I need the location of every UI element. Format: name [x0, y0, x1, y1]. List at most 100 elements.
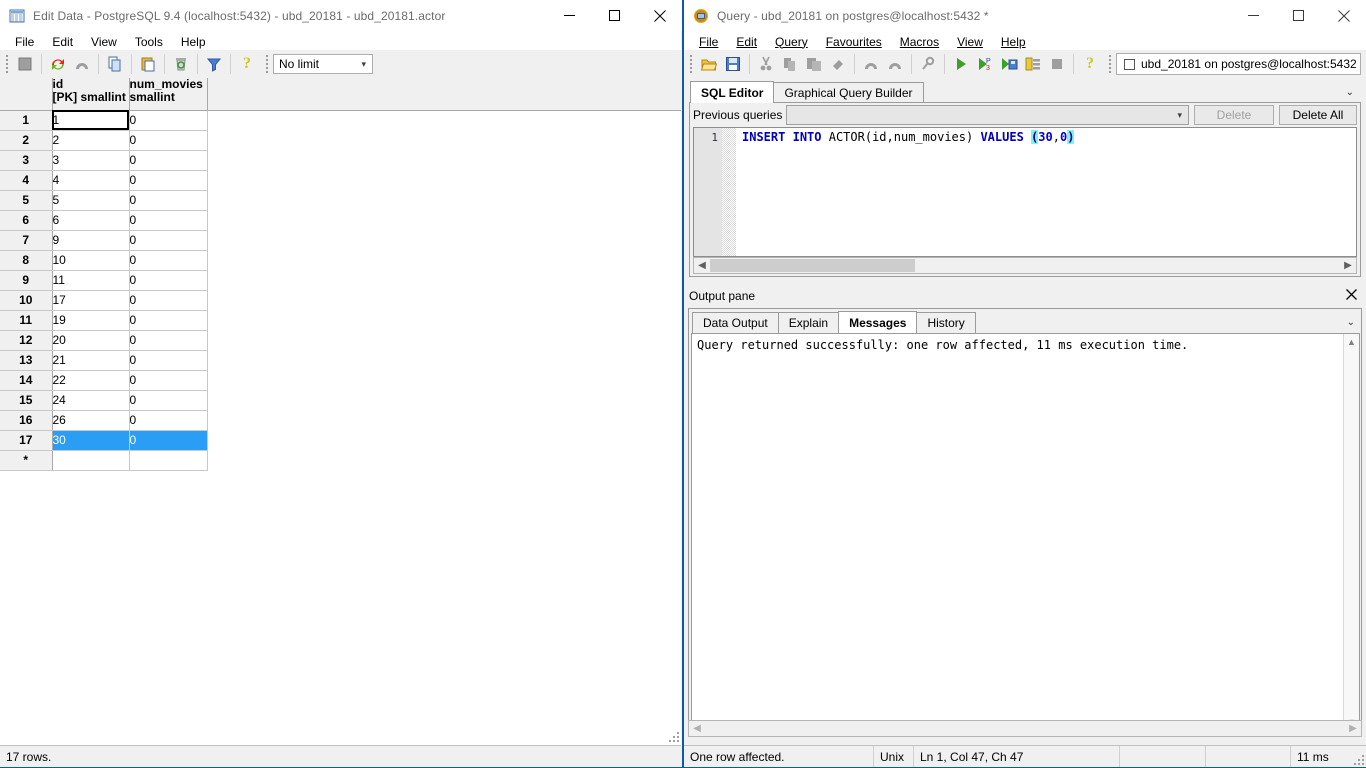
row-header[interactable]: 5	[0, 190, 53, 211]
grid-corner-header[interactable]	[0, 78, 53, 111]
messages-vscrollbar[interactable]: ▲ ▼	[1343, 334, 1359, 730]
cell-id[interactable]	[52, 450, 130, 471]
delete-button[interactable]: Delete	[1194, 105, 1274, 125]
row-header[interactable]: 14	[0, 370, 53, 391]
row-header[interactable]: 17	[0, 430, 53, 451]
row-header[interactable]: 16	[0, 410, 53, 431]
table-row[interactable]: 9 11 0	[0, 270, 681, 291]
edit-data-window[interactable]: Edit Data - PostgreSQL 9.4 (localhost:54…	[0, 0, 683, 768]
edit-data-toolbar[interactable]: ? No limit ▾	[0, 50, 681, 78]
row-header[interactable]: 4	[0, 170, 53, 191]
cell-id[interactable]: 11	[52, 270, 130, 291]
scroll-left-arrow[interactable]: ◀	[694, 258, 710, 273]
cell-id[interactable]: 21	[52, 350, 130, 371]
table-row[interactable]: 10 17 0	[0, 290, 681, 311]
cell-num_movies[interactable]: 0	[129, 410, 208, 431]
row-header[interactable]: 13	[0, 350, 53, 371]
menu-file[interactable]: File	[690, 33, 727, 51]
delete-all-button[interactable]: Delete All	[1279, 105, 1357, 125]
query-titlebar[interactable]: Query - ubd_20181 on postgres@localhost:…	[684, 0, 1366, 31]
cell-num_movies[interactable]: 0	[129, 150, 208, 171]
grid-body[interactable]: 1 1 0 2 2 0 3 3 0 4 4 0 5 5 0 6 6 0 7 9 0 8 10 0 9 11 0 10 17 0 11 19 0 1…	[0, 110, 681, 471]
menu-view[interactable]: View	[82, 33, 126, 51]
edit-data-menubar[interactable]: File Edit View Tools Help	[0, 31, 681, 52]
table-row[interactable]: 440	[0, 170, 681, 191]
column-header-num-movies[interactable]: num_movies smallint	[129, 78, 208, 111]
edit-data-window-controls[interactable]	[547, 0, 682, 31]
paste-icon[interactable]	[136, 52, 160, 76]
cell-num_movies[interactable]: 0	[129, 310, 208, 331]
row-header[interactable]: 15	[0, 390, 53, 411]
maximize-icon[interactable]	[592, 0, 637, 31]
table-row[interactable]: 790	[0, 230, 681, 251]
row-header[interactable]: 11	[0, 310, 53, 331]
cell-num_movies[interactable]: 0	[129, 430, 208, 451]
cell-num_movies[interactable]: 0	[129, 130, 208, 151]
row-header[interactable]: 8	[0, 250, 53, 271]
cell-id[interactable]: 2	[52, 130, 130, 151]
table-row[interactable]: 550	[0, 190, 681, 211]
table-row[interactable]: 110	[0, 110, 681, 131]
table-row[interactable]: 16 26 0	[0, 410, 681, 431]
menu-tools[interactable]: Tools	[126, 33, 172, 51]
cell-num_movies[interactable]: 0	[129, 190, 208, 211]
menu-query[interactable]: Query	[766, 33, 817, 51]
edit-data-titlebar[interactable]: Edit Data - PostgreSQL 9.4 (localhost:54…	[0, 0, 682, 31]
explain-icon[interactable]: P3	[973, 52, 997, 76]
table-row[interactable]: 8 10 0	[0, 250, 681, 271]
undo-icon[interactable]	[859, 52, 883, 76]
save-icon[interactable]	[721, 52, 745, 76]
execute-icon[interactable]	[949, 52, 973, 76]
help-icon[interactable]: ?	[1078, 52, 1102, 76]
cell-num_movies[interactable]: 0	[129, 290, 208, 311]
sql-hscrollbar[interactable]: ◀ ▶	[693, 257, 1357, 274]
cell-id[interactable]: 30	[52, 430, 130, 451]
open-file-icon[interactable]	[697, 52, 721, 76]
cell-id[interactable]: 6	[52, 210, 130, 231]
cell-id[interactable]: 3	[52, 150, 130, 171]
output-tabstrip[interactable]: Data Output Explain Messages History ⌄	[689, 309, 1361, 333]
paste-icon[interactable]	[802, 52, 826, 76]
scroll-right-arrow[interactable]: ▶	[1345, 721, 1361, 736]
cell-id[interactable]: 20	[52, 330, 130, 351]
sql-statement[interactable]: INSERT INTO ACTOR(id,num_movies) VALUES …	[742, 130, 1075, 145]
row-header[interactable]: 6	[0, 210, 53, 231]
previous-queries-combo[interactable]: ▾	[786, 105, 1189, 125]
scroll-up-arrow[interactable]: ▲	[1344, 334, 1359, 350]
refresh-icon[interactable]	[46, 52, 70, 76]
menu-macros[interactable]: Macros	[891, 33, 948, 51]
cell-id[interactable]: 24	[52, 390, 130, 411]
row-header[interactable]: *	[0, 450, 53, 471]
row-header[interactable]: 7	[0, 230, 53, 251]
query-toolbar[interactable]: P3 ? ubd_20181 on postgres@localhost:543…	[684, 50, 1366, 78]
toolbar-grip-2[interactable]	[263, 55, 270, 73]
table-row[interactable]: 11 19 0	[0, 310, 681, 331]
cell-num_movies[interactable]: 0	[129, 210, 208, 231]
table-row[interactable]: 13 21 0	[0, 350, 681, 371]
cell-num_movies[interactable]: 0	[129, 330, 208, 351]
row-header[interactable]: 12	[0, 330, 53, 351]
save-icon[interactable]	[13, 52, 37, 76]
chevron-down-icon[interactable]: ⌄	[1346, 87, 1360, 98]
delete-icon[interactable]	[169, 52, 193, 76]
stop-icon[interactable]	[1045, 52, 1069, 76]
scroll-left-arrow[interactable]: ◀	[689, 721, 705, 736]
table-row[interactable]: 15 24 0	[0, 390, 681, 411]
explain-analyze-icon[interactable]	[1021, 52, 1045, 76]
row-header[interactable]: 10	[0, 290, 53, 311]
undo-icon[interactable]	[70, 52, 94, 76]
clear-icon[interactable]	[826, 52, 850, 76]
minimize-icon[interactable]	[547, 0, 592, 31]
row-header[interactable]: 9	[0, 270, 53, 291]
cell-num_movies[interactable]: 0	[129, 250, 208, 271]
cell-id[interactable]: 5	[52, 190, 130, 211]
tab-history[interactable]: History	[916, 312, 976, 333]
toolbar-grip-2[interactable]	[1106, 55, 1113, 73]
tab-explain[interactable]: Explain	[777, 312, 840, 333]
cell-num_movies[interactable]: 0	[129, 170, 208, 191]
connection-checkbox[interactable]	[1124, 58, 1135, 70]
menu-help[interactable]: Help	[992, 33, 1035, 51]
cell-id[interactable]: 9	[52, 230, 130, 251]
row-header[interactable]: 3	[0, 150, 53, 171]
cell-id[interactable]: 26	[52, 410, 130, 431]
